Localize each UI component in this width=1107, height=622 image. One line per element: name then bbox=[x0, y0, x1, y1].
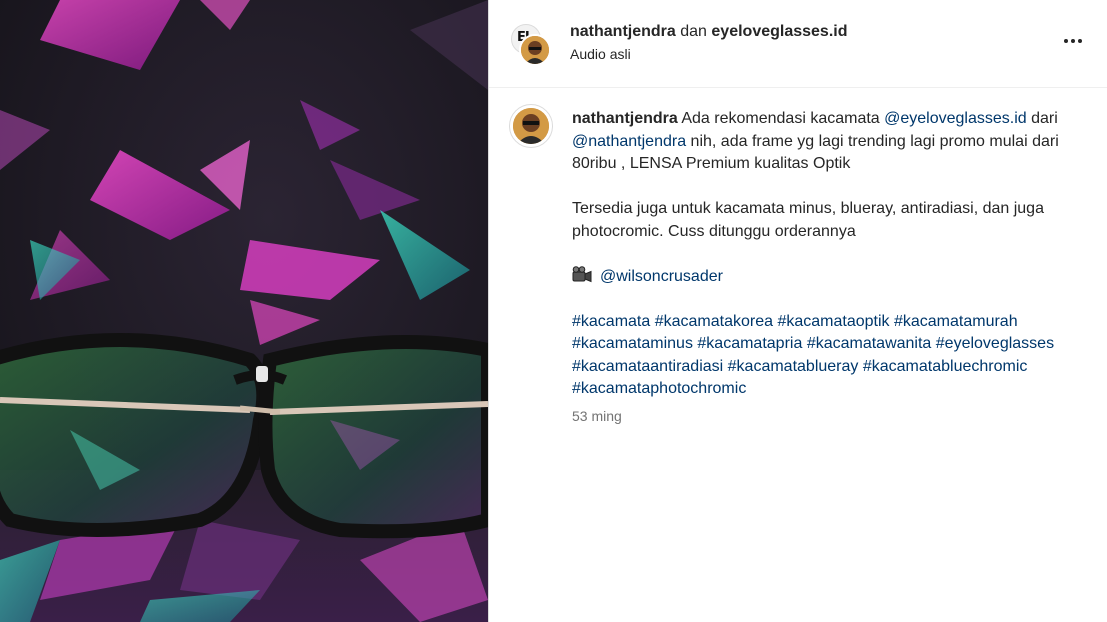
hashtag-link[interactable]: #kacamatamurah bbox=[894, 313, 1018, 330]
collab-avatars[interactable]: EL bbox=[511, 24, 553, 66]
caption-author-avatar[interactable] bbox=[509, 104, 553, 148]
caption-line: dari bbox=[1026, 110, 1058, 127]
more-dot bbox=[1071, 39, 1075, 43]
hashtag-link[interactable]: #kacamataantiradiasi bbox=[572, 358, 723, 375]
credit-mention-link[interactable]: @wilsoncrusader bbox=[600, 268, 723, 285]
author-photo bbox=[513, 108, 549, 144]
post-authors: nathantjendra dan eyeloveglasses.id bbox=[570, 22, 848, 42]
authors-conjunction: dan bbox=[680, 23, 707, 40]
author-username-link[interactable]: nathantjendra bbox=[570, 23, 676, 40]
caption-text: nathantjendra Ada rekomendasi kacamata @… bbox=[572, 108, 1072, 423]
hashtag-link[interactable]: #kacamata bbox=[572, 313, 650, 330]
post-timestamp[interactable]: 53 ming bbox=[572, 408, 622, 424]
caption-username-link[interactable]: nathantjendra bbox=[572, 110, 678, 127]
video-camera-icon bbox=[572, 265, 592, 282]
caption-paragraph: Tersedia juga untuk kacamata minus, blue… bbox=[572, 200, 1044, 240]
more-options-button[interactable] bbox=[1061, 31, 1091, 51]
more-horizontal-icon bbox=[1064, 39, 1068, 43]
author-avatar[interactable] bbox=[519, 34, 551, 66]
hashtag-link[interactable]: #kacamataphotochromic bbox=[572, 380, 746, 397]
author-photo bbox=[521, 36, 549, 64]
hashtag-link[interactable]: #kacamatawanita bbox=[807, 335, 932, 352]
hashtag-link[interactable]: #kacamatapria bbox=[697, 335, 802, 352]
collaborator-username-link[interactable]: eyeloveglasses.id bbox=[711, 23, 847, 40]
hashtag-link[interactable]: #eyeloveglasses bbox=[936, 335, 1054, 352]
caption-line: Ada rekomendasi kacamata bbox=[681, 110, 885, 127]
reel-media[interactable] bbox=[0, 0, 488, 622]
more-dot bbox=[1078, 39, 1082, 43]
hashtag-link[interactable]: #kacamatabluechromic bbox=[863, 358, 1028, 375]
header-divider bbox=[489, 87, 1107, 88]
mention-link[interactable]: @nathantjendra bbox=[572, 133, 686, 150]
hashtag-link[interactable]: #kacamataoptik bbox=[777, 313, 889, 330]
mention-link[interactable]: @eyeloveglasses.id bbox=[884, 110, 1027, 127]
hashtag-link[interactable]: #kacamataminus bbox=[572, 335, 693, 352]
hashtag-list: #kacamata #kacamatakorea #kacamataoptik … bbox=[572, 311, 1072, 401]
post-header: EL nathantjendra dan eyeloveglasses.id A… bbox=[489, 0, 1107, 87]
hashtag-link[interactable]: #kacamatakorea bbox=[655, 313, 773, 330]
glasses-photo bbox=[0, 0, 488, 622]
hashtag-link[interactable]: #kacamatablueray bbox=[728, 358, 859, 375]
audio-link[interactable]: Audio asli bbox=[570, 46, 631, 62]
post-panel: EL nathantjendra dan eyeloveglasses.id A… bbox=[489, 0, 1107, 622]
